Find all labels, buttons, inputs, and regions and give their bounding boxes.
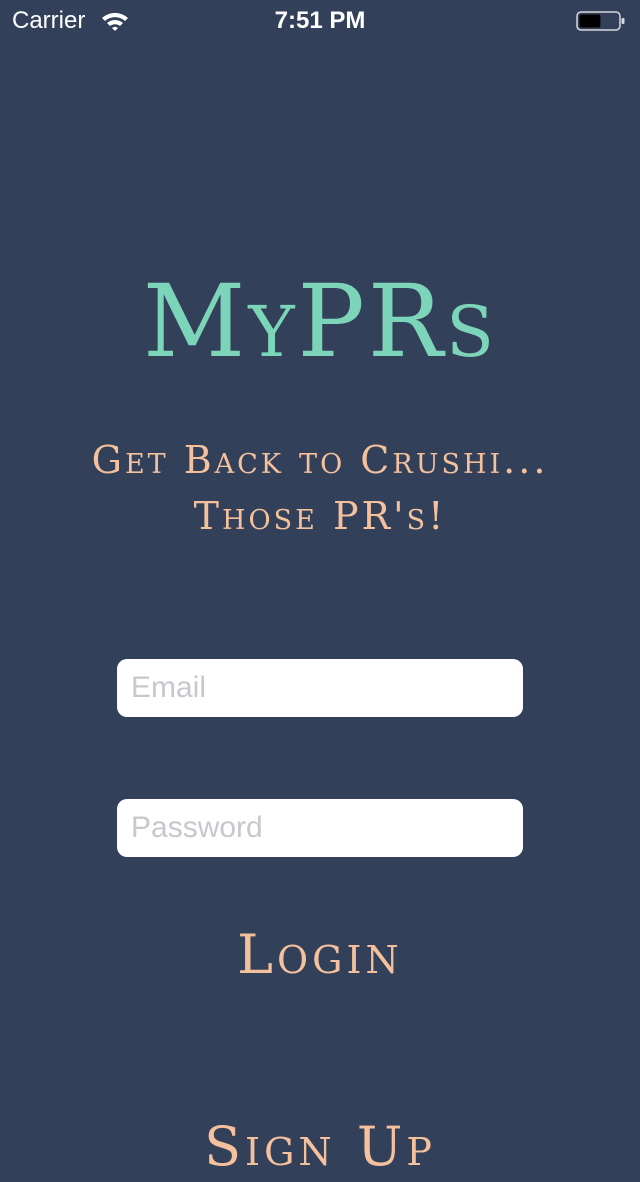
tagline-line-1: Get Back to Crushi... [91, 438, 549, 482]
login-button[interactable]: Login [0, 920, 640, 990]
email-field[interactable] [117, 659, 523, 717]
tagline-line-2: Those PR's! [193, 494, 447, 538]
status-bar: Carrier 7:51 PM [0, 0, 640, 40]
status-time: 7:51 PM [274, 7, 366, 34]
app-title: MyPRs [142, 263, 498, 380]
password-field[interactable] [117, 799, 523, 857]
sign-up-button[interactable]: Sign Up [0, 1112, 640, 1182]
battery-icon [576, 11, 625, 31]
tagline: Get Back to Crushi... Those PR's! [10, 432, 630, 544]
